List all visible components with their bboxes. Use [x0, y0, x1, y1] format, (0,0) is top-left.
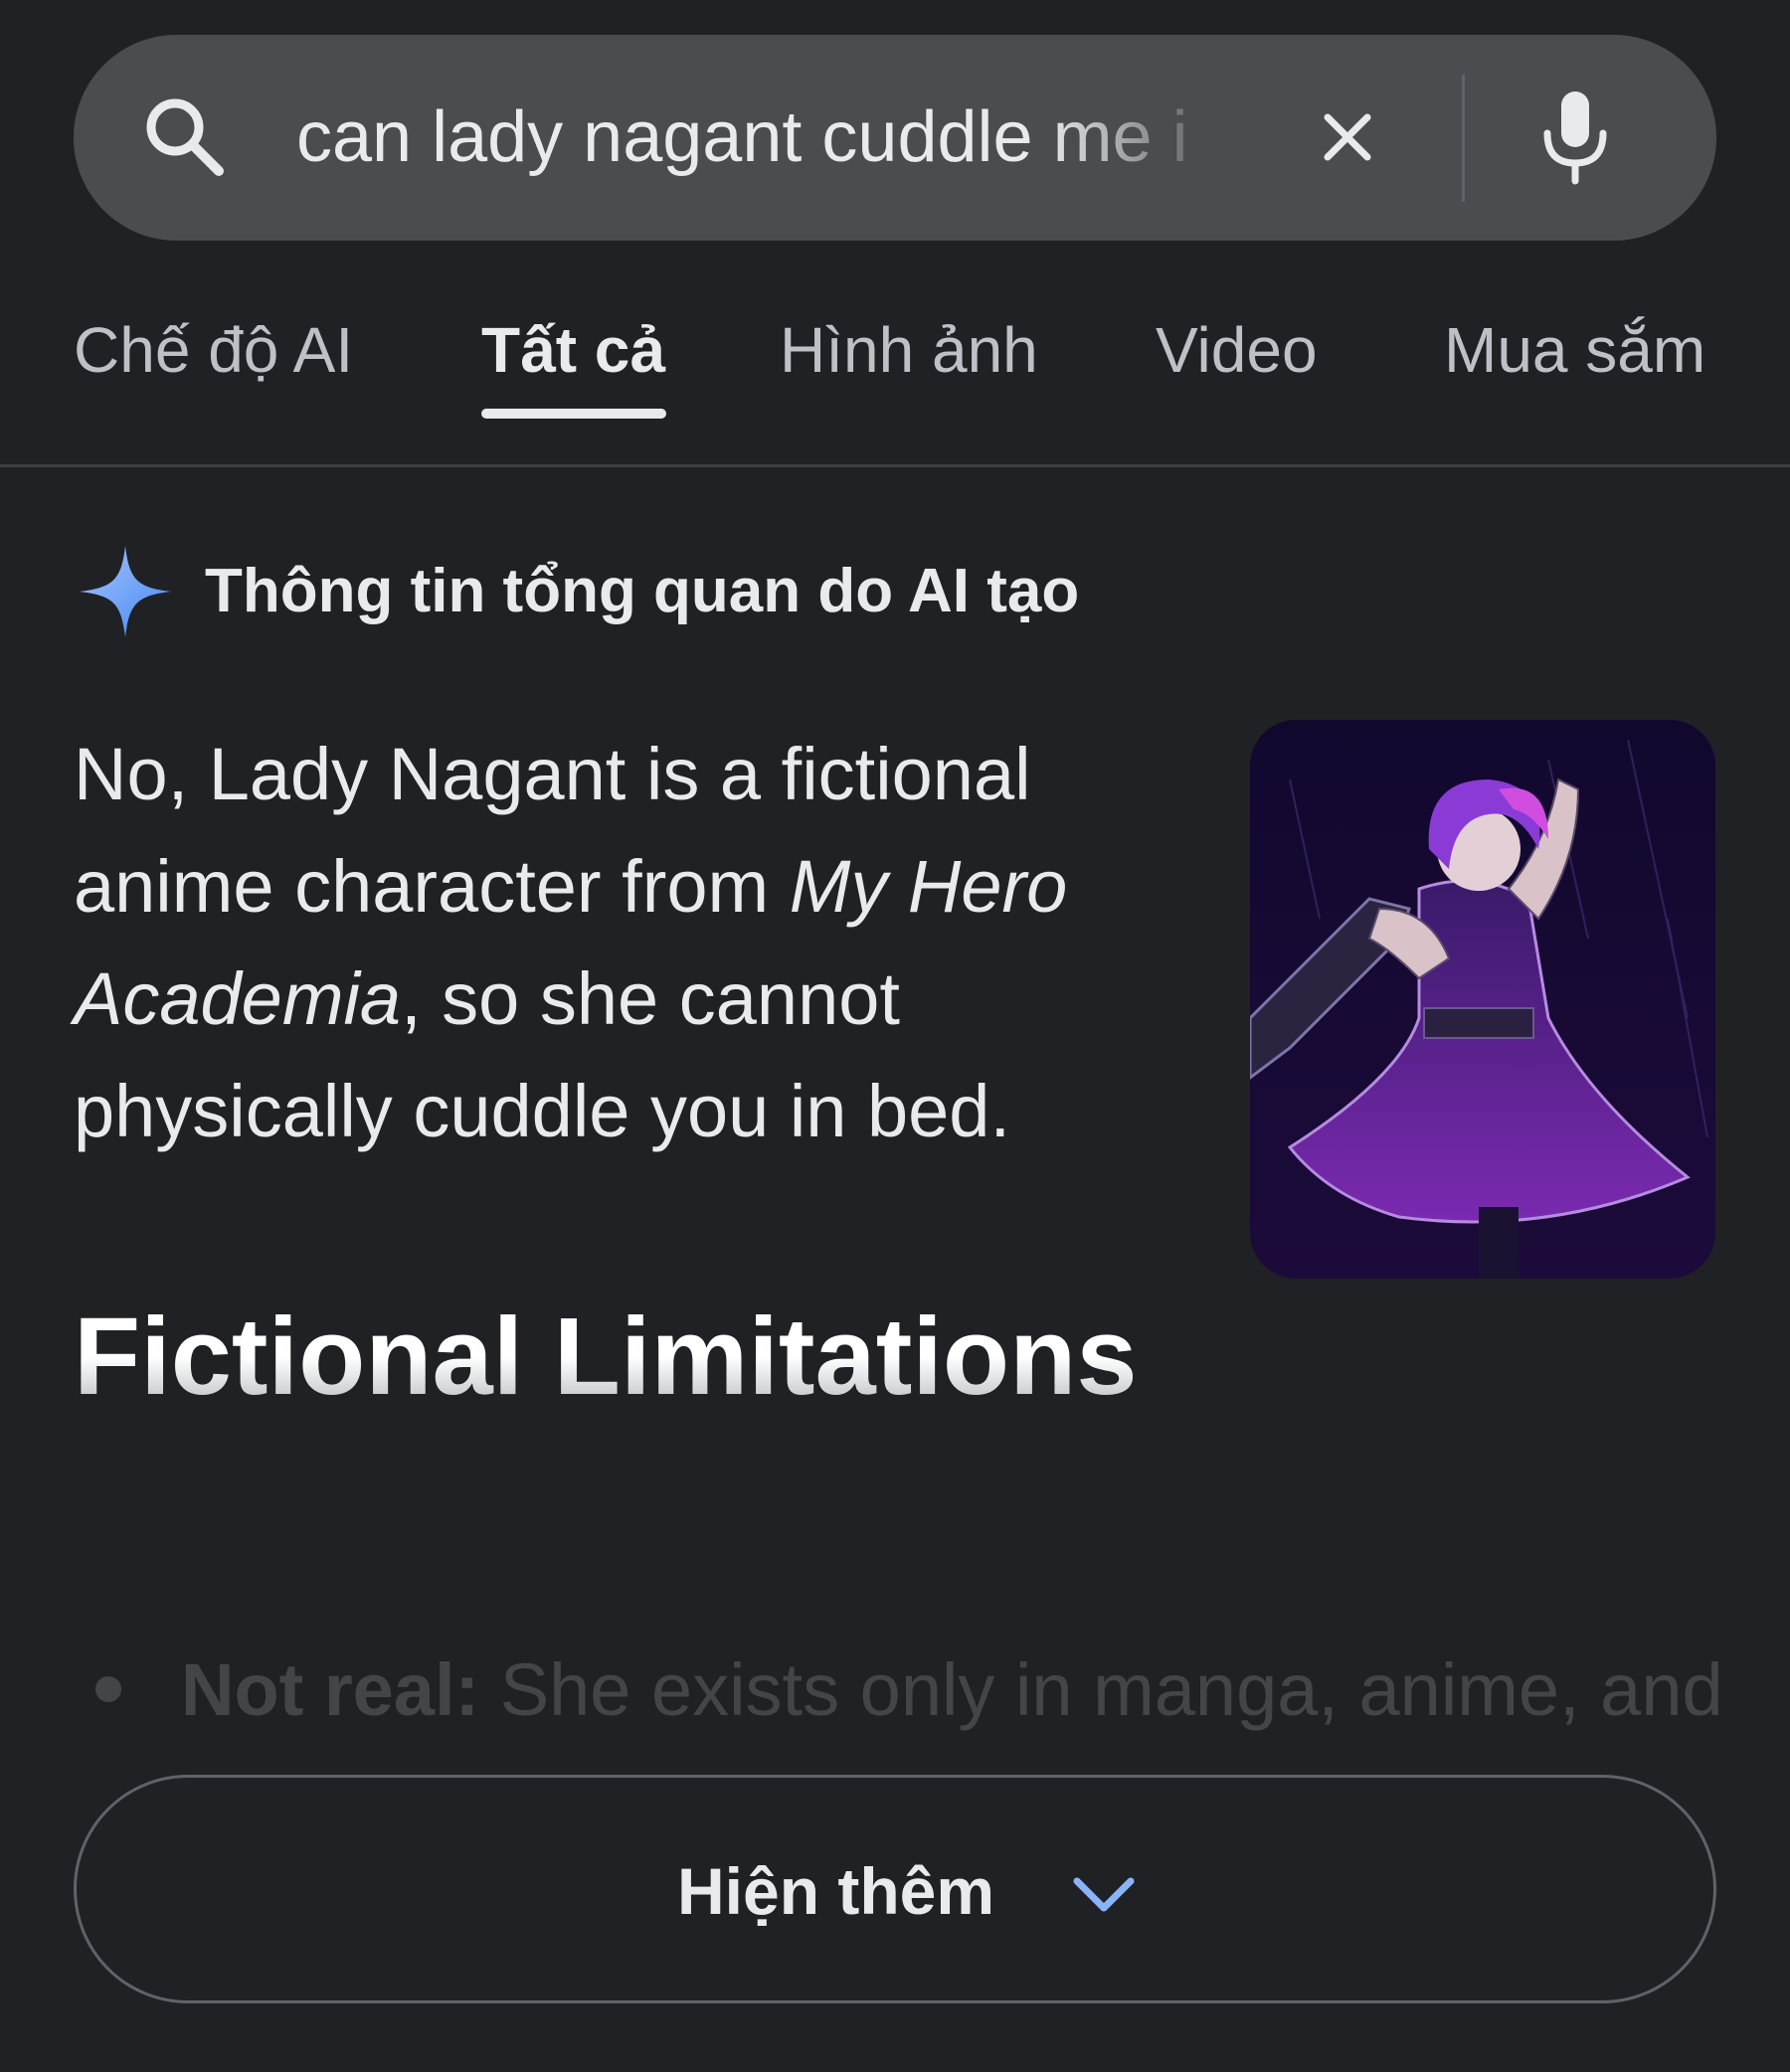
show-more-button[interactable]: Hiện thêm	[74, 1775, 1716, 2003]
close-icon[interactable]	[1318, 107, 1377, 167]
tabs-divider	[0, 464, 1790, 467]
bullet-label: Not real:	[181, 1648, 480, 1731]
character-thumbnail[interactable]	[1250, 720, 1715, 1279]
active-tab-indicator	[481, 409, 666, 419]
search-divider	[1462, 75, 1465, 202]
list-item: Not real: She exists only in manga, anim…	[95, 1640, 1726, 1740]
tab-images[interactable]: Hình ảnh	[780, 310, 1038, 390]
tab-shopping[interactable]: Mua sắm	[1444, 310, 1705, 390]
search-icon[interactable]	[139, 91, 229, 181]
show-more-label: Hiện thêm	[677, 1854, 995, 1928]
chevron-down-icon	[1073, 1877, 1135, 1912]
tab-videos[interactable]: Video	[1156, 310, 1318, 390]
bullet-dot	[95, 1676, 121, 1703]
search-input[interactable]: can lady nagant cuddle me i	[296, 87, 1231, 187]
tab-all[interactable]: Tất cả	[481, 310, 665, 390]
bullet-text: She exists only in manga, anime, and	[479, 1648, 1723, 1731]
section-heading: Fictional Limitations	[74, 1283, 1267, 1432]
ai-overview-title: Thông tin tổng quan do AI tạo	[205, 557, 1080, 625]
sparkle-icon	[80, 546, 171, 637]
tab-ai-mode[interactable]: Chế độ AI	[74, 310, 353, 390]
search-tabs: Chế độ AI Tất cả Hình ảnh Video Mua sắm	[0, 298, 1790, 467]
ai-answer-text: No, Lady Nagant is a fictional anime cha…	[74, 718, 1167, 1167]
microphone-icon[interactable]	[1539, 89, 1611, 185]
